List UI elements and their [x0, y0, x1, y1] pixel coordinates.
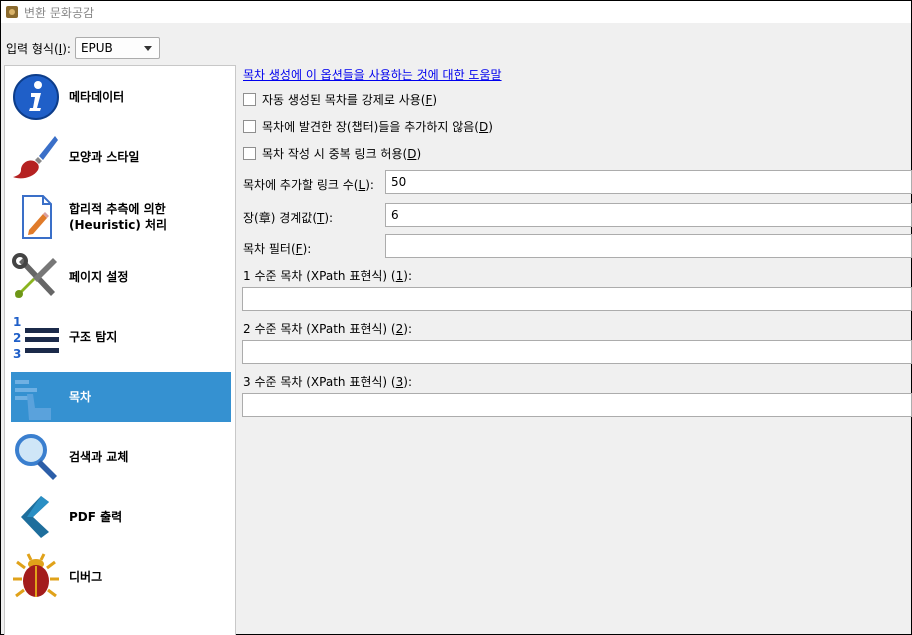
sidebar-item-debug[interactable]: 디버그	[11, 552, 231, 602]
input-format-select[interactable]: EPUB	[74, 37, 160, 59]
svg-text:1: 1	[13, 315, 21, 329]
duplicate-links-checkbox[interactable]: 목차 작성 시 중복 링크 허용(D)	[243, 145, 421, 162]
input-format-value: EPUB	[80, 41, 113, 55]
level2-toc-input[interactable]	[242, 340, 912, 364]
chapter-threshold-input[interactable]: 6	[385, 203, 912, 227]
magnifier-icon	[11, 432, 61, 482]
max-links-value: 50	[391, 175, 407, 189]
toc-filter-input[interactable]	[385, 234, 912, 258]
toc-icon	[11, 372, 61, 422]
sidebar-item-search-replace[interactable]: 검색과 교체	[11, 432, 231, 482]
sidebar-item-label: 목차	[69, 390, 92, 404]
toc-help-link[interactable]: 목차 생성에 이 옵션들을 사용하는 것에 대한 도움말	[243, 66, 502, 83]
sidebar-item-pdf-output[interactable]: PDF 출력	[11, 492, 231, 542]
title-bar: 변환 문화공감	[1, 1, 911, 23]
paintbrush-icon	[11, 132, 61, 182]
sidebar-item-label: 모양과 스타일	[69, 150, 140, 164]
svg-text:2: 2	[13, 331, 21, 345]
bug-icon	[11, 552, 61, 602]
document-pencil-icon	[11, 192, 61, 242]
checkbox-label: 자동 생성된 목차를 강제로 사용(F)	[262, 93, 438, 107]
chevron-left-icon	[11, 492, 61, 542]
checkbox-box[interactable]	[243, 93, 256, 106]
sidebar-item-table-of-contents[interactable]: 목차	[11, 372, 231, 422]
sidebar-item-label: 구조 탐지	[69, 330, 118, 344]
level1-toc-input[interactable]	[242, 287, 912, 311]
sidebar-item-label: 페이지 설정	[69, 270, 129, 284]
sidebar: 메타데이터 모양과 스타일 합리적 추측에 의한 (Heuristic) 처리	[4, 65, 236, 635]
checkbox-label: 목차에 발견한 장(챕터)들을 추가하지 않음(D)	[262, 120, 493, 134]
toc-settings-panel: 목차 생성에 이 옵션들을 사용하는 것에 대한 도움말 자동 생성된 목차를 …	[236, 60, 912, 635]
info-icon	[11, 72, 61, 122]
sidebar-item-label: 디버그	[69, 570, 103, 584]
level1-toc-label: 1 수준 목차 (XPath 표현식) (1):	[243, 269, 412, 283]
chapter-threshold-label: 장(章) 경계값(T):	[243, 211, 334, 225]
max-links-label: 목차에 추가할 링크 수(L):	[243, 178, 374, 192]
sidebar-item-label: 메타데이터	[69, 90, 125, 104]
numbered-list-icon: 1 2 3	[11, 312, 61, 362]
sidebar-item-structure-detection[interactable]: 1 2 3 구조 탐지	[11, 312, 231, 362]
toc-filter-label: 목차 필터(F):	[243, 242, 312, 256]
checkbox-box[interactable]	[243, 120, 256, 133]
input-format-row: 입력 형식(I): EPUB	[6, 36, 160, 60]
sidebar-item-metadata[interactable]: 메타데이터	[11, 72, 231, 122]
sidebar-item-page-setup[interactable]: 페이지 설정	[11, 252, 231, 302]
no-chapters-in-toc-checkbox[interactable]: 목차에 발견한 장(챕터)들을 추가하지 않음(D)	[243, 118, 493, 135]
force-auto-toc-checkbox[interactable]: 자동 생성된 목차를 강제로 사용(F)	[243, 91, 437, 108]
sidebar-item-look-and-feel[interactable]: 모양과 스타일	[11, 132, 231, 182]
max-links-input[interactable]: 50	[385, 170, 912, 194]
sidebar-item-heuristic[interactable]: 합리적 추측에 의한 (Heuristic) 처리	[11, 192, 231, 242]
chapter-threshold-value: 6	[391, 208, 399, 222]
window-title: 변환 문화공감	[24, 5, 95, 20]
sidebar-item-label: PDF 출력	[69, 510, 123, 524]
checkbox-label: 목차 작성 시 중복 링크 허용(D)	[262, 147, 422, 161]
checkbox-box[interactable]	[243, 147, 256, 160]
sidebar-item-label: 검색과 교체	[69, 450, 129, 464]
wrench-screwdriver-icon	[11, 252, 61, 302]
level3-toc-label: 3 수준 목차 (XPath 표현식) (3):	[243, 375, 412, 389]
svg-text:3: 3	[13, 347, 21, 361]
level2-toc-label: 2 수준 목차 (XPath 표현식) (2):	[243, 322, 412, 336]
chevron-down-icon	[143, 46, 152, 51]
input-format-label: 입력 형식(I):	[6, 41, 71, 56]
app-icon	[6, 6, 18, 18]
level3-toc-input[interactable]	[242, 393, 912, 417]
sidebar-item-label: 합리적 추측에 의한 (Heuristic) 처리	[69, 202, 168, 232]
